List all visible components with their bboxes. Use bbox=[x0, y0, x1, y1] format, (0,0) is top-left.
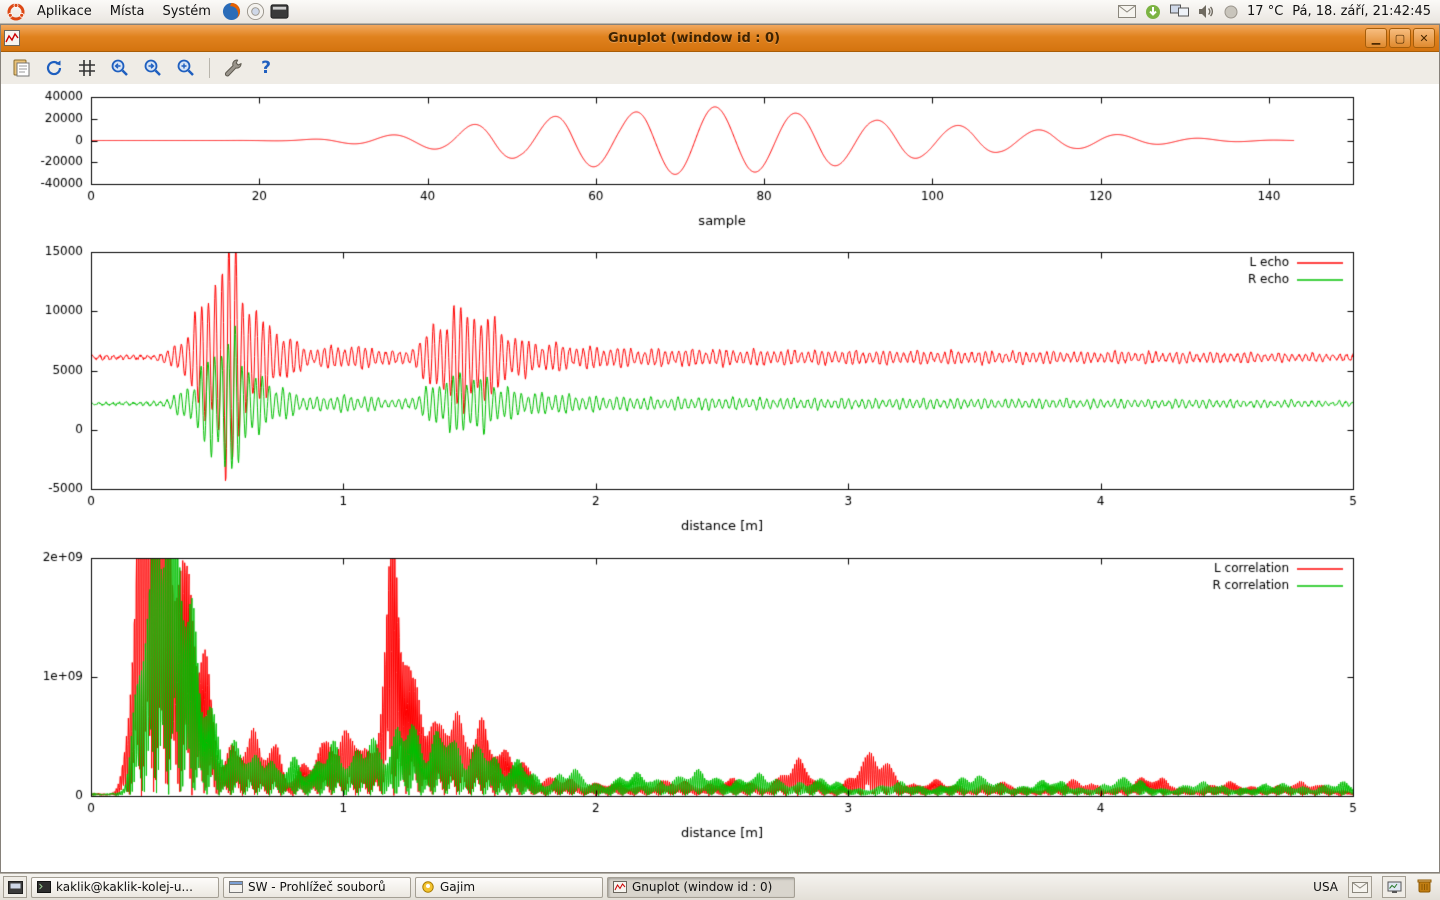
weather-icon[interactable] bbox=[1224, 5, 1238, 19]
temperature-label: 17 °C bbox=[1247, 4, 1283, 19]
firefox-launcher-icon[interactable] bbox=[221, 1, 243, 23]
show-desktop-icon[interactable] bbox=[3, 876, 27, 898]
task-label: Gnuplot (window id : 0) bbox=[632, 880, 772, 894]
trash-applet-icon[interactable] bbox=[1416, 877, 1433, 897]
volume-icon[interactable] bbox=[1198, 4, 1215, 19]
network-displays-icon[interactable] bbox=[1170, 4, 1189, 19]
taskbar: kaklik@kaklik-kolej-u... SW - Prohlížeč … bbox=[0, 873, 1440, 900]
plot-canvas[interactable] bbox=[1, 84, 1439, 872]
keyboard-layout-indicator[interactable]: USA bbox=[1313, 880, 1338, 894]
tray-monitor-icon[interactable] bbox=[1382, 876, 1406, 898]
settings-wrench-icon[interactable] bbox=[220, 55, 246, 81]
task-label: kaklik@kaklik-kolej-u... bbox=[56, 880, 193, 894]
mail-notification-icon[interactable] bbox=[1118, 5, 1136, 18]
menu-places[interactable]: Místa bbox=[102, 2, 153, 21]
task-button-terminal[interactable]: kaklik@kaklik-kolej-u... bbox=[31, 877, 219, 898]
task-button-gnuplot[interactable]: Gnuplot (window id : 0) bbox=[607, 877, 795, 898]
help-icon[interactable]: ? bbox=[253, 55, 279, 81]
gnuplot-window-icon[interactable] bbox=[4, 29, 22, 47]
gnuplot-toolbar: ? bbox=[1, 52, 1439, 85]
toggle-grid-icon[interactable] bbox=[74, 55, 100, 81]
task-button-gajim[interactable]: Gajim bbox=[415, 877, 603, 898]
terminal-launcher-icon[interactable] bbox=[269, 1, 291, 23]
task-button-file-manager[interactable]: SW - Prohlížeč souborů bbox=[223, 877, 411, 898]
tray-mail-icon[interactable] bbox=[1348, 876, 1372, 898]
gnuplot-window: Gnuplot (window id : 0) ▁ ▢ ✕ bbox=[0, 24, 1440, 873]
autoscale-zoom-icon[interactable] bbox=[173, 55, 199, 81]
taskbar-tray: USA bbox=[1313, 876, 1437, 898]
maximize-button[interactable]: ▢ bbox=[1389, 28, 1411, 48]
copy-to-clipboard-icon[interactable] bbox=[8, 55, 34, 81]
replot-refresh-icon[interactable] bbox=[41, 55, 67, 81]
zoom-previous-icon[interactable] bbox=[107, 55, 133, 81]
desktop: Aplikace Místa Systém bbox=[0, 0, 1440, 900]
window-title: Gnuplot (window id : 0) bbox=[24, 31, 1364, 46]
minimize-button[interactable]: ▁ bbox=[1365, 28, 1387, 48]
system-tray: 17 °C Pá, 18. září, 21:42:45 bbox=[1118, 4, 1435, 20]
menu-system[interactable]: Systém bbox=[154, 2, 218, 21]
ubuntu-menu-icon[interactable] bbox=[5, 1, 27, 23]
close-button[interactable]: ✕ bbox=[1413, 28, 1435, 48]
window-titlebar[interactable]: Gnuplot (window id : 0) ▁ ▢ ✕ bbox=[1, 25, 1439, 52]
zoom-next-icon[interactable] bbox=[140, 55, 166, 81]
menu-applications[interactable]: Aplikace bbox=[29, 2, 100, 21]
top-panel: Aplikace Místa Systém bbox=[0, 0, 1440, 24]
toolbar-separator bbox=[209, 58, 210, 78]
task-label: SW - Prohlížeč souborů bbox=[248, 880, 386, 894]
clock-applet[interactable]: Pá, 18. září, 21:42:45 bbox=[1292, 4, 1431, 19]
help-launcher-icon[interactable] bbox=[245, 1, 267, 23]
plot-area bbox=[1, 84, 1439, 872]
update-manager-icon[interactable] bbox=[1145, 4, 1161, 20]
task-label: Gajim bbox=[440, 880, 475, 894]
